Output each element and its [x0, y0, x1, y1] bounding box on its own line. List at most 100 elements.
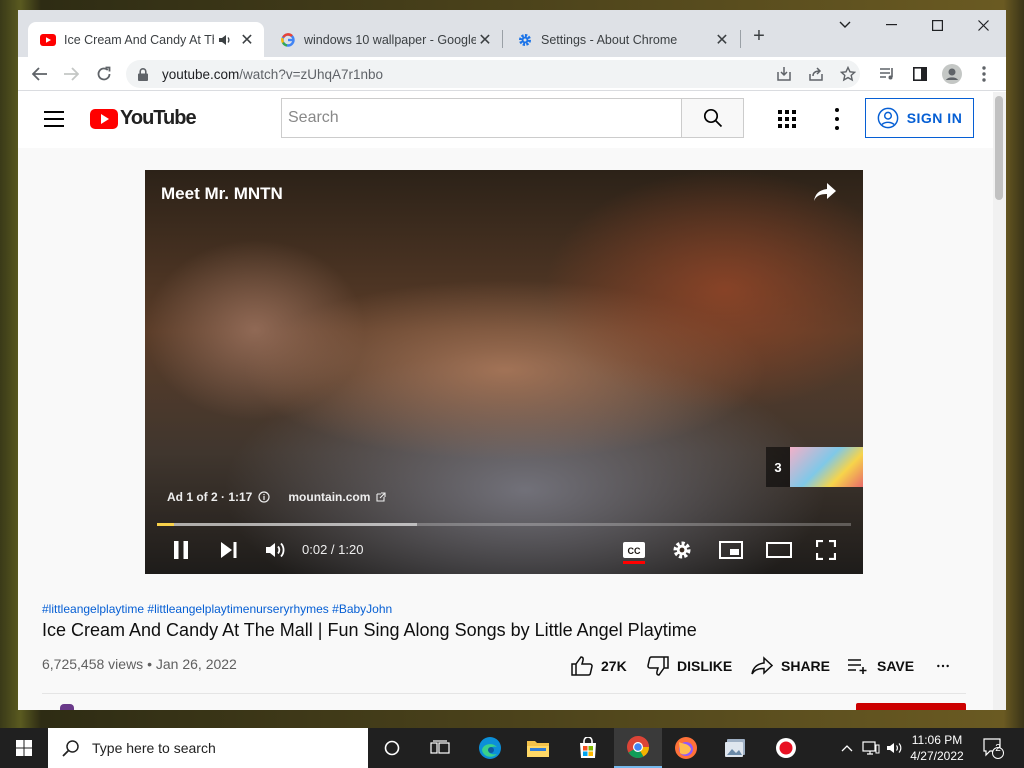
chrome-taskbar-icon[interactable]	[614, 728, 662, 768]
channel-avatar[interactable]	[60, 704, 74, 710]
upload-date: Jan 26, 2022	[155, 656, 237, 672]
close-tab-icon[interactable]: ✕	[713, 30, 731, 50]
close-tab-icon[interactable]: ✕	[476, 30, 494, 50]
bookmark-star-icon[interactable]	[835, 62, 861, 86]
video-title: Ice Cream And Candy At The Mall | Fun Si…	[42, 620, 697, 640]
share-button[interactable]: SHARE	[751, 652, 830, 680]
cortana-icon[interactable]	[368, 728, 416, 768]
tab-settings[interactable]: Settings - About Chrome ✕	[505, 22, 739, 57]
google-favicon-icon	[280, 32, 296, 48]
search-button[interactable]	[681, 98, 744, 138]
back-button[interactable]	[27, 62, 53, 86]
ad-label: Ad 1 of 2 · 1:17	[167, 490, 253, 504]
played-bar	[157, 523, 175, 526]
photos-app-icon[interactable]	[712, 728, 760, 768]
close-tab-icon[interactable]: ✕	[238, 30, 256, 50]
url-text: youtube.com/watch?v=zUhqA7r1nbo	[162, 67, 383, 82]
svg-text:CC: CC	[628, 546, 641, 556]
captions-button[interactable]: CC	[622, 536, 646, 564]
fullscreen-button[interactable]	[814, 536, 838, 564]
progress-bar[interactable]	[157, 523, 851, 526]
browser-toolbar: youtube.com/watch?v=zUhqA7r1nbo	[18, 57, 1006, 91]
tab-youtube[interactable]: Ice Cream And Candy At The Mall | Fun Si…	[28, 22, 264, 57]
reload-button[interactable]	[91, 62, 117, 86]
playlist-add-icon	[848, 659, 867, 674]
settings-button[interactable]	[670, 536, 694, 564]
more-actions-button[interactable]	[937, 652, 957, 680]
video-player[interactable]: Meet Mr. MNTN Ad 1 of 2 · 1:17 mountain.…	[145, 170, 863, 574]
microsoft-store-icon[interactable]	[564, 728, 612, 768]
sign-in-button[interactable]: SIGN IN	[865, 98, 974, 138]
subscribe-button[interactable]	[856, 703, 966, 710]
youtube-header: YouTube SIGN IN	[18, 92, 993, 148]
info-icon[interactable]	[258, 491, 270, 503]
action-center-button[interactable]: 2	[980, 728, 1006, 768]
forward-button[interactable]	[58, 62, 84, 86]
pause-button[interactable]	[169, 536, 193, 564]
share-page-icon[interactable]	[803, 62, 829, 86]
taskbar-search-input[interactable]	[92, 740, 332, 756]
menu-hamburger-icon[interactable]	[44, 111, 64, 127]
section-divider	[42, 693, 966, 694]
taskbar-clock[interactable]: 11:06 PM 4/27/2022	[905, 732, 969, 764]
cc-icon: CC	[623, 542, 645, 558]
task-view-icon[interactable]	[416, 728, 464, 768]
page-scrollbar[interactable]	[993, 92, 1006, 710]
view-count-date: 6,725,458 views • Jan 26, 2022	[42, 656, 237, 672]
profile-avatar-icon[interactable]	[939, 62, 965, 86]
buffered-bar	[157, 523, 418, 526]
speaker-icon[interactable]	[218, 34, 234, 46]
dislike-button[interactable]: DISLIKE	[647, 652, 732, 680]
next-video-thumbnail[interactable]	[790, 447, 863, 487]
install-app-icon[interactable]	[771, 62, 797, 86]
share-arrow-icon[interactable]	[813, 182, 841, 206]
ad-title[interactable]: Meet Mr. MNTN	[161, 184, 283, 204]
next-button[interactable]	[217, 536, 241, 564]
screen-recorder-icon[interactable]	[762, 728, 810, 768]
lock-icon[interactable]	[138, 67, 152, 81]
new-tab-button[interactable]: +	[748, 26, 770, 48]
media-control-icon[interactable]	[874, 62, 900, 86]
maximize-button[interactable]	[914, 10, 960, 40]
video-hashtags[interactable]: #littleangelplaytime #littleangelplaytim…	[42, 602, 392, 616]
chrome-menu-icon[interactable]	[971, 62, 997, 86]
side-panel-icon[interactable]	[907, 62, 933, 86]
settings-more-icon[interactable]	[833, 108, 841, 130]
windows-logo-icon	[16, 740, 32, 756]
scrollbar-thumb[interactable]	[995, 96, 1003, 200]
network-icon[interactable]	[860, 728, 882, 768]
show-hidden-icons-chevron-icon[interactable]	[838, 728, 856, 768]
account-circle-icon	[877, 107, 899, 129]
theater-mode-button[interactable]	[765, 536, 793, 564]
youtube-logo[interactable]: YouTube	[90, 107, 197, 130]
save-button[interactable]: SAVE	[847, 652, 914, 680]
youtube-wordmark: YouTube	[120, 107, 197, 129]
volume-icon	[266, 542, 285, 558]
tab-google-search[interactable]: windows 10 wallpaper - Google Search ✕	[268, 22, 502, 57]
time-display: 0:02 / 1:20	[302, 542, 364, 557]
apps-grid-icon[interactable]	[778, 110, 798, 130]
volume-tray-icon[interactable]	[884, 728, 906, 768]
firefox-icon[interactable]	[662, 728, 710, 768]
settings-gear-icon	[517, 32, 533, 48]
minimize-button[interactable]	[868, 10, 914, 40]
sign-in-label: SIGN IN	[906, 110, 963, 126]
advertiser-link[interactable]: mountain.com	[288, 490, 370, 504]
miniplayer-button[interactable]	[718, 536, 744, 564]
next-ad-count: 3	[766, 447, 790, 487]
save-label: SAVE	[877, 658, 915, 674]
file-explorer-icon[interactable]	[514, 728, 562, 768]
start-button[interactable]	[0, 728, 48, 768]
search-input[interactable]	[282, 109, 681, 127]
like-button[interactable]: 27K	[571, 652, 627, 680]
taskbar-search[interactable]	[48, 728, 368, 768]
volume-button[interactable]	[263, 536, 289, 564]
tab-separator	[740, 30, 741, 48]
gear-icon	[673, 541, 691, 559]
close-window-button[interactable]	[960, 10, 1006, 40]
edge-browser-icon[interactable]	[466, 728, 514, 768]
windows-taskbar: 11:06 PM 4/27/2022 2	[0, 728, 1024, 768]
youtube-page: YouTube SIGN IN Meet Mr. MNTN	[18, 92, 1006, 710]
tab-search-icon[interactable]	[822, 10, 868, 40]
address-bar[interactable]: youtube.com/watch?v=zUhqA7r1nbo	[126, 60, 860, 88]
